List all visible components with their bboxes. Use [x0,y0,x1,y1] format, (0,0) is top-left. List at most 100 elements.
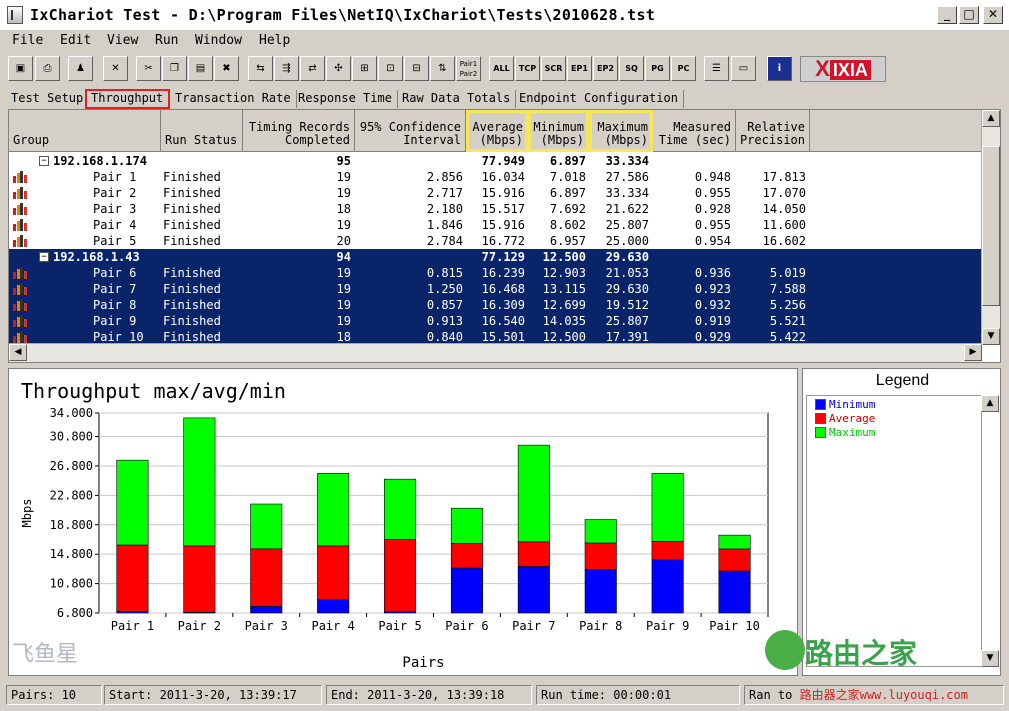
menu-view[interactable]: View [107,33,138,48]
add-pair-icon[interactable]: ⇆ [248,56,273,81]
tab-raw-data-totals[interactable]: Raw Data Totals [397,90,517,108]
cell-ci: 2.180 [426,202,463,216]
group-row[interactable]: −192.168.1.174 95 77.949 6.897 33.334 [9,153,981,169]
header-timing-records[interactable]: Timing Records Completed [243,110,355,152]
paste-icon[interactable]: ▤ [188,56,213,81]
cell-name: Pair 8 [93,298,137,312]
legend-scroll-up-icon[interactable]: ▲ [981,395,999,412]
menu-help[interactable]: Help [259,33,290,48]
notes-icon[interactable]: ▭ [731,56,756,81]
cell-status: Finished [163,282,221,296]
filter-scr-button[interactable]: SCR [541,56,566,81]
x-tick-label: Pair 4 [311,619,354,633]
filter-ep1-button[interactable]: EP1 [567,56,592,81]
table-row[interactable]: Pair 8 Finished 19 0.857 16.309 12.699 19.512 0… [9,297,981,313]
collapse-icon[interactable]: − [39,156,49,166]
header-maximum[interactable]: Maximum (Mbps) [589,110,653,152]
menu-edit[interactable]: Edit [60,33,91,48]
table-row[interactable]: Pair 1 Finished 19 2.856 16.034 7.018 27.586 0.… [9,169,981,185]
collapse-icon[interactable]: − [39,252,49,262]
menu-bar: File Edit View Run Window Help [0,31,1009,53]
tab-response-time[interactable]: Response Time [293,90,398,108]
table-row[interactable]: Pair 5 Finished 20 2.784 16.772 6.957 25.000 0.… [9,233,981,249]
x-tick-label: Pair 1 [111,619,154,633]
throughput-chart-panel: Throughput max/avg/min 34.000 30.800 26.80… [8,368,798,676]
cell-ci: 1.250 [426,282,463,296]
network-icon[interactable]: ⊡ [378,56,403,81]
cell-time: 0.936 [694,266,731,280]
watermark-left: 飞鱼星 [12,641,79,666]
save-icon[interactable]: ▣ [8,56,33,81]
cell-ci: 2.856 [426,170,463,184]
cell-status: Finished [163,186,221,200]
x-tick-label: Pair 10 [709,619,760,633]
table-row[interactable]: Pair 4 Finished 19 1.846 15.916 8.602 25.807 0.… [9,217,981,233]
add-multicast-icon[interactable]: ⇶ [274,56,299,81]
endpoints-icon[interactable]: ⊟ [404,56,429,81]
close-button[interactable]: ✕ [983,6,1003,24]
minimize-button[interactable]: _ [937,6,957,24]
filter-all-button[interactable]: ALL [489,56,514,81]
list-icon[interactable]: ☰ [704,56,729,81]
menu-file[interactable]: File [12,33,43,48]
maximize-button[interactable]: □ [959,6,979,24]
edit-pair-icon[interactable]: ⇄ [300,56,325,81]
copy-icon[interactable]: ❐ [162,56,187,81]
legend-scroll-down-icon[interactable]: ▼ [981,650,999,667]
menu-run[interactable]: Run [155,33,178,48]
table-row[interactable]: Pair 2 Finished 19 2.717 15.916 6.897 33.334 0.… [9,185,981,201]
cell-min: 6.897 [549,186,586,200]
scroll-left-icon[interactable]: ◀ [9,344,27,361]
scroll-down-icon[interactable]: ▼ [982,328,1000,345]
table-row[interactable]: Pair 3 Finished 18 2.180 15.517 7.692 21.622 0.… [9,201,981,217]
cell-name: Pair 5 [93,234,137,248]
group-icon[interactable]: ⊞ [352,56,377,81]
table-row[interactable]: Pair 9 Finished 19 0.913 16.540 14.035 25.807 0… [9,313,981,329]
filter-tcp-button[interactable]: TCP [515,56,540,81]
scroll-thumb[interactable] [982,146,1000,306]
header-run-status[interactable]: Run Status [161,110,243,152]
mesh-icon[interactable]: ✣ [326,56,351,81]
cell-max: 19.512 [605,298,649,312]
tab-endpoint-configuration[interactable]: Endpoint Configuration [514,90,684,108]
tab-throughput[interactable]: Throughput [84,89,171,109]
cell-min: 7.692 [549,202,586,216]
stop-icon[interactable]: ✕ [103,56,128,81]
table-row[interactable]: Pair 7 Finished 19 1.250 16.468 13.115 29.630 0… [9,281,981,297]
filter-ep2-button[interactable]: EP2 [593,56,618,81]
filter-pg-button[interactable]: PG [645,56,670,81]
header-minimum[interactable]: Minimum (Mbps) [528,110,589,152]
cut-icon[interactable]: ✂ [136,56,161,81]
table-row[interactable]: Pair 6 Finished 19 0.815 16.239 12.903 21.053 0… [9,265,981,281]
header-average[interactable]: Average (Mbps) [466,110,528,152]
header-measured-time[interactable]: Measured Time (sec) [653,110,736,152]
header-empty [810,110,982,152]
group-row[interactable]: −192.168.1.43 94 77.129 12.500 29.630 [9,249,981,265]
cell-records: 95 [336,154,351,168]
vertical-scrollbar[interactable]: ▲ ▼ [981,110,1000,345]
print-icon[interactable]: ⎙ [35,56,60,81]
menu-window[interactable]: Window [195,33,242,48]
cell-records: 94 [336,250,351,264]
header-group[interactable]: Group [9,110,161,152]
cell-avg: 16.468 [481,282,525,296]
info-icon[interactable]: i [767,56,792,81]
cell-max: 21.622 [605,202,649,216]
scroll-up-icon[interactable]: ▲ [982,110,1000,127]
tab-transaction-rate[interactable]: Transaction Rate [170,90,297,108]
swap-icon[interactable]: ⇅ [430,56,455,81]
horizontal-scrollbar[interactable]: ◀ ▶ [9,343,982,362]
app-icon [7,6,23,24]
pair-toggle-button[interactable]: Pair1 Pair2 [456,56,481,81]
filter-pc-button[interactable]: PC [671,56,696,81]
tab-test-setup[interactable]: Test Setup [6,90,90,108]
cell-name: 192.168.1.174 [53,154,147,168]
delete-icon[interactable]: ✖ [214,56,239,81]
scroll-right-icon[interactable]: ▶ [964,344,982,361]
header-relative-precision[interactable]: Relative Precision [736,110,810,152]
run-icon[interactable]: ♟ [68,56,93,81]
cell-min: 6.897 [549,154,586,168]
filter-sq-button[interactable]: SQ [619,56,644,81]
header-confidence-interval[interactable]: 95% Confidence Interval [355,110,466,152]
bar-average [718,548,751,572]
